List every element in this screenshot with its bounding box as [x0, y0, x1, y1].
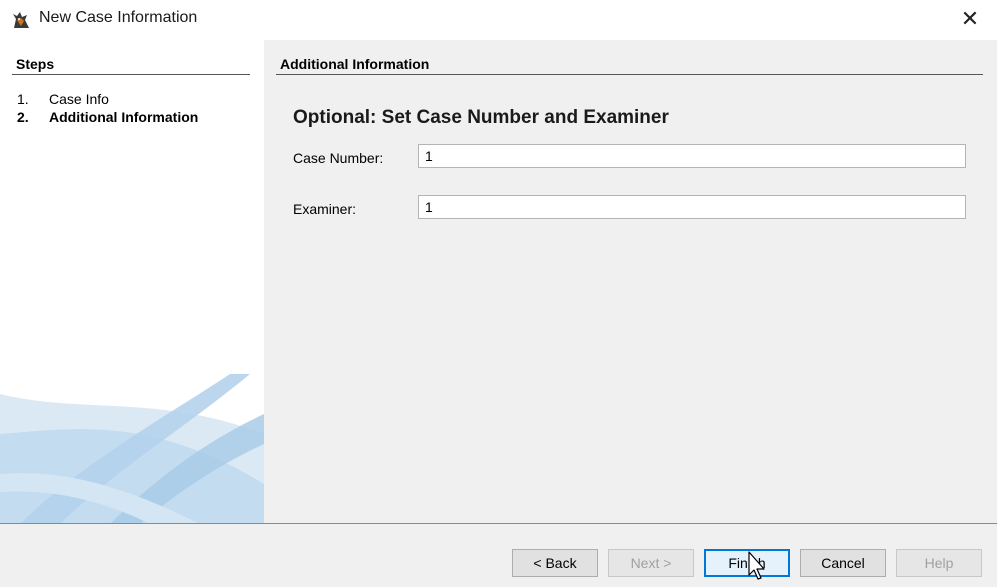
help-button[interactable]: Help — [896, 549, 982, 577]
step-label: Case Info — [49, 91, 109, 107]
button-bar: < Back Next > Finish Cancel Help — [0, 524, 997, 587]
back-button[interactable]: < Back — [512, 549, 598, 577]
examiner-label: Examiner: — [293, 201, 357, 217]
steps-divider — [12, 74, 250, 75]
title-bar: New Case Information ✕ — [0, 0, 997, 40]
window-title: New Case Information — [39, 9, 198, 26]
app-dog-icon — [13, 12, 29, 28]
steps-panel: Steps 1. Case Info 2. Additional Informa… — [0, 40, 264, 524]
content-panel: Additional Information Optional: Set Cas… — [264, 40, 997, 524]
content-header: Additional Information — [280, 56, 430, 72]
content-divider — [276, 74, 983, 75]
step-label: Additional Information — [49, 109, 199, 125]
case-number-input[interactable] — [418, 144, 966, 168]
decorative-swoosh-graphic — [0, 374, 264, 524]
step-item-additional-information: 2. Additional Information — [17, 109, 198, 125]
next-button[interactable]: Next > — [608, 549, 694, 577]
case-number-label: Case Number: — [293, 150, 384, 166]
cancel-button[interactable]: Cancel — [800, 549, 886, 577]
step-number: 1. — [17, 91, 29, 107]
step-item-case-info: 1. Case Info — [17, 91, 109, 107]
mouse-pointer-icon — [748, 551, 765, 580]
step-number: 2. — [17, 109, 29, 125]
close-button[interactable]: ✕ — [953, 4, 987, 34]
examiner-input[interactable] — [418, 195, 966, 219]
section-title: Optional: Set Case Number and Examiner — [293, 107, 669, 128]
steps-header: Steps — [16, 56, 55, 72]
